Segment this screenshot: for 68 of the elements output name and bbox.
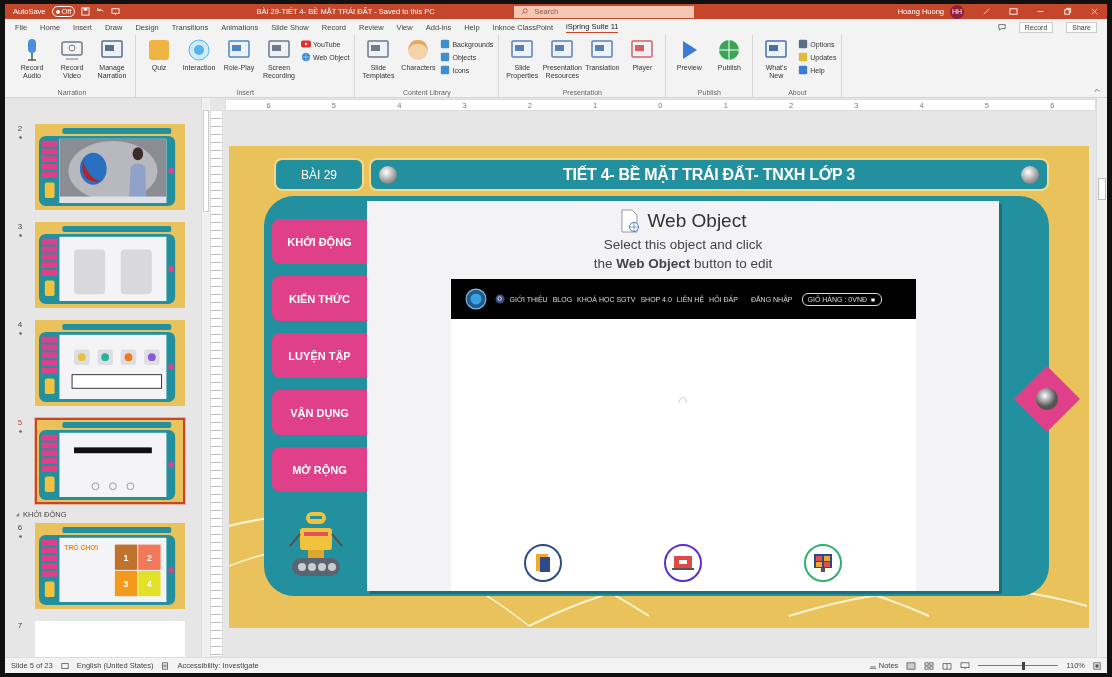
web-document-icon	[619, 209, 640, 233]
globe-icon	[301, 52, 311, 62]
nav-button[interactable]: LUYỆN TẬP	[272, 333, 367, 378]
knob-icon	[1021, 165, 1039, 184]
slide-number: 6	[17, 523, 23, 532]
ribbon-display-icon[interactable]	[1009, 7, 1018, 16]
instruction-text: Select this object and click	[603, 237, 763, 252]
collapse-icon[interactable]	[1093, 86, 1101, 94]
pen-icon[interactable]	[982, 7, 991, 16]
scrollbar[interactable]	[201, 98, 210, 657]
accessibility-icon[interactable]	[161, 661, 170, 670]
instruction-text: the Web Object button to edit	[593, 256, 773, 271]
slide-number: 7	[17, 621, 23, 630]
circle-icon	[187, 38, 211, 62]
nav-button[interactable]: VẬN DỤNG	[272, 390, 367, 435]
square-icon	[798, 65, 809, 75]
search-icon[interactable]	[494, 294, 505, 304]
transition-icon	[17, 429, 23, 434]
book-icon	[523, 543, 563, 583]
close-icon[interactable]	[1090, 7, 1099, 16]
transition-icon	[17, 331, 23, 336]
knob-icon	[379, 165, 397, 184]
slide-number: 5	[17, 418, 23, 427]
character-icon	[406, 38, 431, 62]
reading-view-icon[interactable]	[942, 661, 953, 670]
normal-view-icon[interactable]	[906, 661, 917, 670]
slide-number: 4	[17, 320, 23, 329]
transition-icon	[17, 233, 23, 238]
camera-icon	[60, 38, 84, 62]
restore-icon[interactable]	[1063, 7, 1072, 16]
square-icon	[798, 39, 809, 49]
logo-icon	[464, 288, 487, 310]
globe-icon	[717, 38, 742, 62]
comment-icon[interactable]	[997, 23, 1006, 31]
square-icon	[147, 38, 171, 62]
slide-title: TIẾT 4- BỀ MẶT TRÁI ĐẤT- TNXH LỚP 3	[563, 165, 855, 184]
square-icon	[440, 65, 451, 75]
bag-icon	[870, 296, 876, 302]
slide-thumbnail[interactable]	[35, 320, 185, 406]
web-object-heading: Web Object	[647, 210, 747, 232]
nav-button[interactable]: MỞ RỘNG	[272, 447, 367, 492]
square-icon	[440, 52, 451, 62]
slide-thumbnail[interactable]	[35, 222, 185, 308]
square-icon	[440, 39, 451, 49]
fit-slide-icon[interactable]	[1093, 661, 1101, 670]
play-icon	[301, 39, 311, 49]
slideshow-icon[interactable]	[960, 661, 971, 670]
puzzle-piece: 4	[138, 570, 161, 597]
transition-icon	[17, 534, 23, 539]
slide-thumbnail[interactable]	[35, 124, 185, 210]
slide-thumbnail[interactable]	[35, 418, 185, 504]
slide-number: 2	[17, 124, 23, 133]
slideshow-icon[interactable]	[111, 7, 121, 16]
square-icon	[798, 52, 809, 62]
nav-button[interactable]: KHỞI ĐỘNG	[272, 219, 367, 264]
puzzle-piece: 2	[138, 544, 161, 570]
lesson-badge: BÀI 29	[274, 158, 364, 191]
next-arrow-button[interactable]	[1014, 366, 1080, 432]
scrollbar[interactable]	[1096, 98, 1107, 657]
laptop-icon	[663, 543, 703, 583]
save-icon[interactable]	[81, 7, 91, 16]
grid-view-icon[interactable]	[924, 661, 935, 670]
monitor-icon	[803, 543, 843, 583]
nav-button[interactable]: KIẾN THỨC	[272, 276, 367, 321]
transition-icon	[17, 135, 23, 140]
slide-number: 3	[17, 222, 23, 231]
zoom-slider[interactable]	[978, 661, 1059, 670]
collapse-arrow-icon[interactable]	[15, 512, 20, 517]
